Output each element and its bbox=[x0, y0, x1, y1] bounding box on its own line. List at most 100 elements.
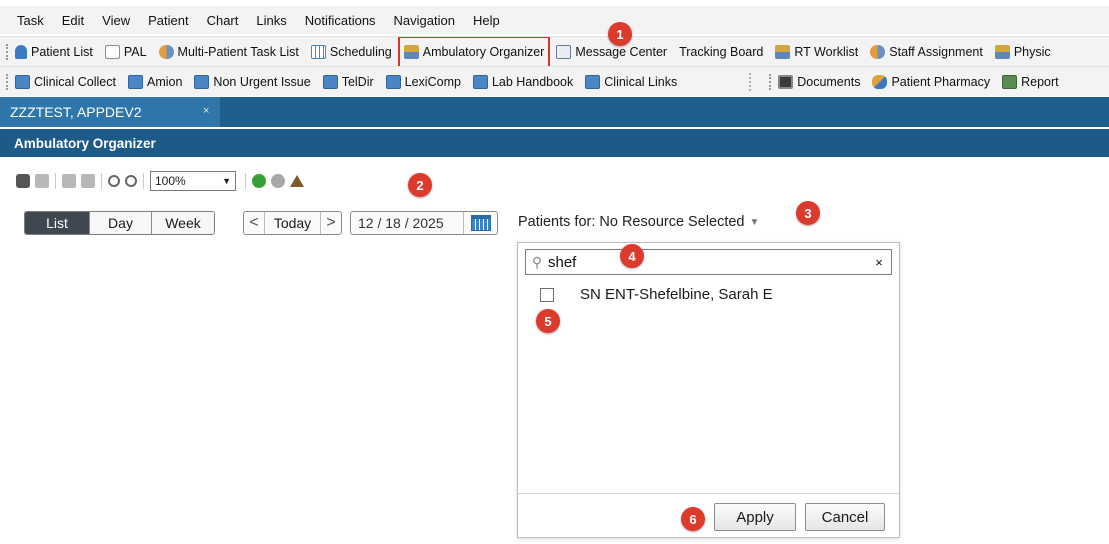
organizer-icon bbox=[994, 44, 1010, 59]
toolbar-label: Multi-Patient Task List bbox=[177, 44, 299, 59]
view-day-button[interactable]: Day bbox=[89, 212, 151, 234]
toolbar-overflow[interactable] bbox=[749, 72, 759, 91]
patient-tab[interactable]: ZZZTEST, APPDEV2 × bbox=[0, 97, 220, 127]
toolbar-label: Lab Handbook bbox=[491, 74, 574, 89]
toolbar-label: Patient List bbox=[31, 44, 93, 59]
organizer-icon bbox=[403, 44, 419, 59]
toolbar-label: Documents bbox=[797, 74, 861, 89]
message-icon bbox=[556, 44, 572, 59]
toolbar-grip[interactable] bbox=[6, 43, 9, 60]
view-mode-toggle: List Day Week bbox=[24, 211, 215, 235]
stop-icon[interactable] bbox=[271, 174, 285, 188]
toolbar-non-urgent-issue[interactable]: Non Urgent Issue bbox=[192, 70, 312, 94]
toolbar-rt-worklist[interactable]: RT Worklist bbox=[773, 40, 860, 64]
menu-notifications[interactable]: Notifications bbox=[296, 13, 385, 28]
menu-patient[interactable]: Patient bbox=[139, 13, 197, 28]
divider bbox=[55, 173, 56, 189]
date-navigator: < Today > bbox=[243, 211, 342, 235]
toolbar-documents[interactable]: Documents bbox=[776, 70, 862, 94]
resource-search[interactable]: ⚲ shef × bbox=[525, 249, 892, 275]
chevron-down-icon: ▼ bbox=[749, 216, 760, 228]
patients-for-dropdown[interactable]: Patients for: No Resource Selected ▼ bbox=[518, 214, 759, 230]
step-badge: 5 bbox=[536, 309, 560, 333]
toolbar-label: Non Urgent Issue bbox=[213, 74, 311, 89]
go-icon[interactable] bbox=[252, 174, 266, 188]
step-badge: 3 bbox=[796, 201, 820, 225]
menu-navigation[interactable]: Navigation bbox=[385, 13, 464, 28]
view-week-button[interactable]: Week bbox=[151, 212, 214, 234]
menu-bar: Task Edit View Patient Chart Links Notif… bbox=[0, 6, 1109, 34]
toolbar-patient-pharmacy[interactable]: Patient Pharmacy bbox=[870, 70, 992, 94]
toolbar-pal[interactable]: PAL bbox=[103, 40, 149, 64]
toolbar-tracking-board[interactable]: Tracking Board bbox=[677, 40, 765, 64]
back-page-icon[interactable] bbox=[62, 174, 76, 188]
menu-task[interactable]: Task bbox=[8, 13, 53, 28]
toolbar-label: TelDir bbox=[341, 74, 374, 89]
report-icon bbox=[1002, 74, 1018, 89]
menu-chart[interactable]: Chart bbox=[198, 13, 248, 28]
toolbar-physic[interactable]: Physic bbox=[993, 40, 1053, 64]
toolbar-scheduling[interactable]: Scheduling bbox=[309, 40, 394, 64]
menu-view[interactable]: View bbox=[93, 13, 139, 28]
menu-help[interactable]: Help bbox=[464, 13, 509, 28]
prev-button[interactable]: < bbox=[244, 212, 264, 234]
toolbar-label: PAL bbox=[123, 44, 147, 59]
toolbar-grip[interactable] bbox=[769, 73, 772, 90]
toolbar-patient-list[interactable]: Patient List bbox=[13, 40, 95, 64]
search-input[interactable]: shef bbox=[548, 254, 867, 271]
organizer-toolbar: 100% ▼ bbox=[16, 170, 309, 192]
page-title: Ambulatory Organizer bbox=[0, 129, 1109, 157]
toolbar-multi-patient-task-list[interactable]: Multi-Patient Task List bbox=[157, 40, 301, 64]
window-icon bbox=[15, 74, 30, 89]
toolbar-grip[interactable] bbox=[6, 73, 9, 90]
binoculars-icon[interactable] bbox=[16, 174, 30, 188]
toolbar-teldir[interactable]: TelDir bbox=[321, 70, 376, 94]
toolbar-label: Ambulatory Organizer bbox=[422, 44, 545, 59]
view-list-button[interactable]: List bbox=[25, 212, 89, 234]
toolbar-staff-assignment[interactable]: Staff Assignment bbox=[868, 40, 985, 64]
resource-option[interactable]: SN ENT-Shefelbine, Sarah E bbox=[540, 286, 773, 303]
toolbar-clinical-collect[interactable]: Clinical Collect bbox=[13, 70, 118, 94]
toolbar-label: Clinical Collect bbox=[34, 74, 116, 89]
links-toolbar: Clinical Collect Amion Non Urgent Issue … bbox=[0, 66, 1109, 96]
toolbar-lab-handbook[interactable]: Lab Handbook bbox=[471, 70, 575, 94]
divider bbox=[245, 173, 246, 189]
clear-search-icon[interactable]: × bbox=[867, 255, 891, 270]
apply-button[interactable]: Apply bbox=[714, 503, 796, 531]
toolbar-label: Message Center bbox=[575, 44, 668, 59]
home-icon[interactable] bbox=[290, 175, 304, 187]
film-icon bbox=[778, 74, 794, 89]
toolbar-amion[interactable]: Amion bbox=[126, 70, 184, 94]
calendar-button[interactable] bbox=[463, 212, 497, 234]
person-icon bbox=[15, 44, 27, 59]
zoom-in-icon[interactable] bbox=[125, 175, 137, 187]
toolbar-lexicomp[interactable]: LexiComp bbox=[384, 70, 463, 94]
next-button[interactable]: > bbox=[321, 212, 341, 234]
resource-popup: ⚲ shef × SN ENT-Shefelbine, Sarah E Appl… bbox=[517, 242, 900, 538]
toolbar-report[interactable]: Report bbox=[1000, 70, 1061, 94]
people-icon bbox=[870, 44, 886, 59]
resource-checkbox[interactable] bbox=[540, 287, 554, 302]
window-icon bbox=[127, 74, 143, 89]
step-badge: 6 bbox=[681, 507, 705, 531]
window-icon bbox=[322, 74, 338, 89]
window-icon bbox=[585, 74, 601, 89]
zoom-out-icon[interactable] bbox=[108, 175, 120, 187]
date-value: 12 / 18 / 2025 bbox=[358, 215, 444, 231]
cancel-button[interactable]: Cancel bbox=[805, 503, 885, 531]
toolbar-label: Staff Assignment bbox=[889, 44, 983, 59]
toolbar-label: Patient Pharmacy bbox=[891, 74, 991, 89]
print-icon[interactable] bbox=[35, 174, 49, 188]
patient-name: ZZZTEST, APPDEV2 bbox=[10, 104, 142, 120]
toolbar-clinical-links[interactable]: Clinical Links bbox=[583, 70, 679, 94]
menu-edit[interactable]: Edit bbox=[53, 13, 93, 28]
toolbar-ambulatory-organizer[interactable]: Ambulatory Organizer bbox=[397, 37, 551, 66]
forward-page-icon[interactable] bbox=[81, 174, 95, 188]
divider bbox=[143, 173, 144, 189]
date-field[interactable]: 12 / 18 / 2025 bbox=[350, 211, 498, 235]
menu-links[interactable]: Links bbox=[247, 13, 295, 28]
pharmacy-icon bbox=[872, 74, 888, 89]
close-icon[interactable]: × bbox=[203, 105, 209, 117]
zoom-select[interactable]: 100% ▼ bbox=[150, 171, 236, 191]
today-button[interactable]: Today bbox=[264, 212, 321, 234]
